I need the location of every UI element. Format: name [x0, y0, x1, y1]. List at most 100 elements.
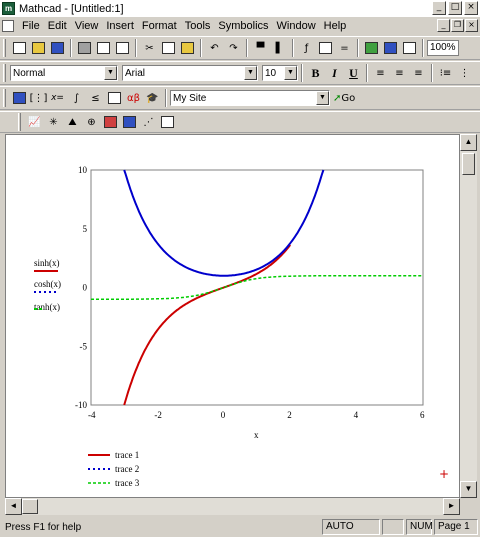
- y-tick-label: 5: [83, 224, 88, 234]
- undo-icon[interactable]: ↶: [206, 40, 223, 56]
- status-blank: [382, 519, 404, 535]
- menu-bar: File Edit View Insert Format Tools Symbo…: [0, 17, 480, 35]
- menu-format[interactable]: Format: [138, 20, 181, 32]
- trace2-legend-label: trace 2: [115, 464, 139, 474]
- align-across-icon[interactable]: ▀: [252, 40, 269, 56]
- minimize-button[interactable]: _: [432, 1, 446, 15]
- vertical-scroll-thumb[interactable]: [462, 153, 475, 175]
- surface-plot-icon[interactable]: ⛰: [64, 114, 81, 130]
- font-select-value: Arial: [125, 67, 146, 79]
- copy-icon[interactable]: [160, 40, 177, 56]
- component-wizard-icon[interactable]: [363, 40, 380, 56]
- status-num: NUM: [406, 519, 433, 535]
- font-size-select[interactable]: 10 ▼: [262, 65, 298, 81]
- bullets-icon[interactable]: ⁝≡: [437, 65, 454, 81]
- new-document-icon[interactable]: [11, 40, 28, 56]
- scroll-down-icon[interactable]: ▼: [460, 481, 477, 498]
- align-left-icon[interactable]: ≡: [372, 65, 389, 81]
- 3d-bar-icon[interactable]: [121, 114, 138, 130]
- align-right-icon[interactable]: ≡: [410, 65, 427, 81]
- boolean-icon[interactable]: ≤: [87, 90, 104, 106]
- insert-function-icon[interactable]: ƒ: [298, 40, 315, 56]
- menu-edit[interactable]: Edit: [44, 20, 71, 32]
- menu-insert[interactable]: Insert: [102, 20, 138, 32]
- graph-toolbar: 📈 ✳ ⛰ ⊕ ⋰: [0, 111, 480, 133]
- toolbar-grip[interactable]: [3, 89, 6, 107]
- horizontal-scrollbar[interactable]: ◄ ►: [5, 498, 460, 515]
- scroll-up-icon[interactable]: ▲: [460, 134, 477, 151]
- menu-help[interactable]: Help: [320, 20, 351, 32]
- tanh-trace: [91, 275, 423, 300]
- mathcad-app-icon[interactable]: m: [2, 2, 15, 15]
- greek-icon[interactable]: αβ: [125, 90, 142, 106]
- scroll-right-icon[interactable]: ►: [443, 498, 460, 515]
- chevron-down-icon[interactable]: ▼: [104, 66, 117, 80]
- plot-wizard-icon[interactable]: [159, 114, 176, 130]
- toolbar-grip[interactable]: [3, 39, 6, 57]
- align-down-icon[interactable]: ▌: [271, 40, 288, 56]
- horizontal-scroll-thumb[interactable]: [22, 499, 38, 514]
- toolbar-grip[interactable]: [18, 113, 21, 131]
- go-arrow-icon: ➚: [333, 92, 342, 104]
- symbolic-icon[interactable]: 🎓: [144, 90, 161, 106]
- style-select[interactable]: Normal ▼: [10, 65, 118, 81]
- menu-tools[interactable]: Tools: [181, 20, 215, 32]
- menu-file[interactable]: File: [18, 20, 44, 32]
- x-tick-label: 4: [354, 410, 359, 420]
- doc-close-button[interactable]: ×: [465, 19, 478, 32]
- insert-unit-icon[interactable]: [317, 40, 334, 56]
- redo-icon[interactable]: ↷: [225, 40, 242, 56]
- zoom-select[interactable]: 100%: [427, 40, 459, 56]
- bold-button[interactable]: B: [307, 65, 324, 81]
- vertical-scrollbar[interactable]: ▲ ▼: [460, 134, 477, 498]
- menu-window[interactable]: Window: [273, 20, 320, 32]
- 3d-scatter-icon[interactable]: [102, 114, 119, 130]
- resource-site-select[interactable]: My Site ▼: [170, 90, 330, 106]
- print-preview-icon[interactable]: [95, 40, 112, 56]
- numbering-icon[interactable]: ⋮: [456, 65, 473, 81]
- calculator-icon[interactable]: [11, 90, 28, 106]
- document-icon[interactable]: [2, 20, 14, 32]
- calculus-icon[interactable]: ∫: [68, 90, 85, 106]
- italic-button[interactable]: I: [326, 65, 343, 81]
- open-folder-icon[interactable]: [30, 40, 47, 56]
- calculate-icon[interactable]: =: [336, 40, 353, 56]
- worksheet[interactable]: -4 -2 0 2 4 6 10 5 0 -5 -10 sinh(x) cosh(x) tanh(x…: [5, 134, 460, 498]
- x-tick-label: -2: [154, 410, 162, 420]
- paste-icon[interactable]: [179, 40, 196, 56]
- save-icon[interactable]: [49, 40, 66, 56]
- close-button[interactable]: ×: [464, 1, 478, 15]
- scroll-left-icon[interactable]: ◄: [5, 498, 22, 515]
- align-center-icon[interactable]: ≡: [391, 65, 408, 81]
- xy-plot[interactable]: -4 -2 0 2 4 6 10 5 0 -5 -10 sinh(x) cosh(x) tanh(x…: [6, 135, 460, 498]
- doc-minimize-button[interactable]: _: [437, 19, 450, 32]
- chevron-down-icon[interactable]: ▼: [316, 91, 329, 105]
- window-title: Mathcad - [Untitled:1]: [19, 2, 124, 15]
- help-icon[interactable]: [401, 40, 418, 56]
- underline-button[interactable]: U: [345, 65, 362, 81]
- polar-plot-icon[interactable]: ✳: [45, 114, 62, 130]
- toolbar-grip[interactable]: [3, 64, 6, 82]
- maximize-button[interactable]: □: [448, 1, 462, 15]
- font-select[interactable]: Arial ▼: [122, 65, 258, 81]
- y-tick-label: -5: [80, 341, 88, 351]
- xy-plot-icon[interactable]: 📈: [26, 114, 43, 130]
- style-select-value: Normal: [13, 67, 46, 79]
- print-icon[interactable]: [76, 40, 93, 56]
- evaluation-icon[interactable]: x=: [49, 90, 66, 106]
- contour-plot-icon[interactable]: ⊕: [83, 114, 100, 130]
- doc-restore-button[interactable]: ❐: [451, 19, 464, 32]
- chevron-down-icon[interactable]: ▼: [244, 66, 257, 80]
- math-toolbar: [⋮] x= ∫ ≤ αβ 🎓 My Site ▼ ➚ Go: [0, 86, 480, 110]
- go-button[interactable]: ➚ Go: [331, 90, 357, 106]
- programming-icon[interactable]: [106, 90, 123, 106]
- cut-icon[interactable]: ✂: [141, 40, 158, 56]
- menu-symbolics[interactable]: Symbolics: [214, 20, 272, 32]
- menu-view[interactable]: View: [71, 20, 103, 32]
- plot-ticks: -4 -2 0 2 4 6 10 5 0 -5 -10: [75, 165, 425, 420]
- chevron-down-icon[interactable]: ▼: [284, 66, 297, 80]
- vector-field-icon[interactable]: ⋰: [140, 114, 157, 130]
- resource-center-icon[interactable]: [382, 40, 399, 56]
- matrix-icon[interactable]: [⋮]: [30, 90, 48, 106]
- spell-check-icon[interactable]: [114, 40, 131, 56]
